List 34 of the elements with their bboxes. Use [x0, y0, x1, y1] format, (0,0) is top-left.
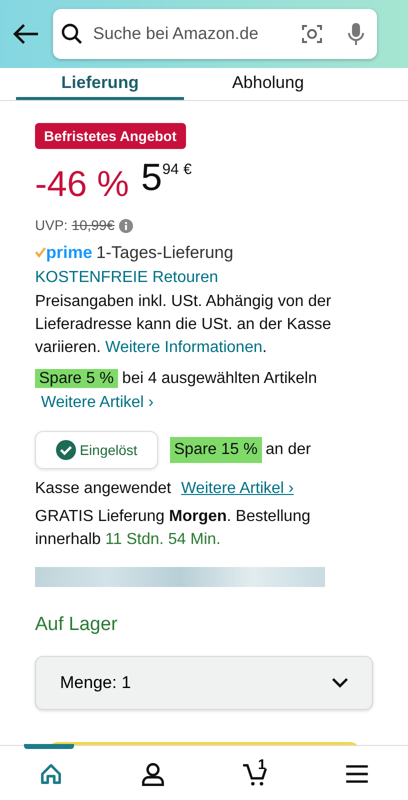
discount-highlight: Spare 5 % [35, 369, 118, 388]
camera-icon[interactable] [301, 23, 323, 45]
more-items-link[interactable]: Weitere Artikel › [41, 394, 154, 412]
info-icon[interactable] [118, 218, 133, 232]
stock-status: Auf Lager [35, 613, 118, 638]
redeemed-chip[interactable]: Eingelöst [35, 431, 158, 470]
promo-text: bei 4 ausgewählten Artikeln [122, 370, 317, 388]
list-price: 10,99€ [72, 216, 115, 235]
tab[interactable]: Lieferung [16, 68, 184, 100]
tab[interactable]: Abholung [184, 68, 352, 100]
delivery-speed: 1-Tages-Lieferung [96, 242, 234, 264]
chevron-down-icon [332, 678, 348, 688]
tax-note: Preisangaben inkl. USt. Abhängig von der Lieferadresse kann die USt. an der Kasse variieren. Weitere Informationen. [35, 292, 332, 358]
more-items-link[interactable]: Weitere Artikel › [181, 477, 294, 502]
check-icon [56, 440, 76, 460]
discount-highlight: Spare 15 % [170, 437, 262, 464]
returns-link[interactable]: KOSTENFREIE Retouren [35, 268, 218, 286]
quantity-dropdown[interactable]: Menge: 1 [35, 656, 373, 710]
cart-count: 1 [258, 755, 266, 774]
nav-item[interactable]: 1 [204, 746, 306, 800]
prime-logo: prime [46, 242, 92, 264]
microphone-icon[interactable] [347, 22, 365, 46]
promo-text: Kasse angewendet [35, 479, 172, 500]
promo-text: an der [266, 440, 311, 460]
person-icon [140, 760, 166, 786]
delivery-text: GRATIS Lieferung Morgen. Bestellung innerhalb 11 Stdn. 54 Min. [35, 507, 312, 550]
discount-percent: -46 % [35, 162, 130, 206]
deal-badge: Befristetes Angebot [35, 123, 186, 149]
more-info-link[interactable]: Weitere Informationen [105, 338, 262, 356]
list-price-label: UVP: [35, 216, 68, 235]
back-arrow-icon[interactable] [13, 23, 39, 45]
search-bar[interactable]: Suche bei Amazon.de [53, 9, 377, 59]
check-icon [35, 247, 46, 258]
search-icon [61, 23, 83, 45]
